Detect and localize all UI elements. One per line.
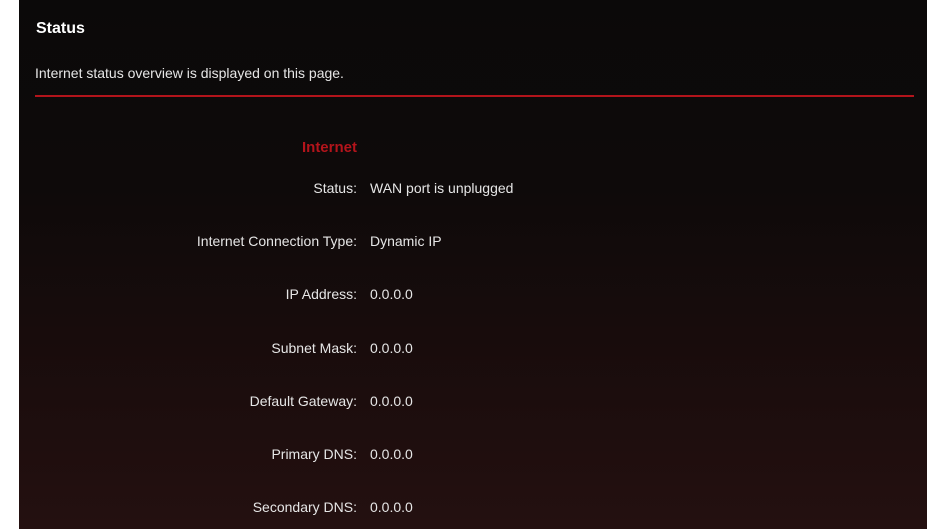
status-panel: Status Internet status overview is displ… (19, 0, 927, 529)
default-gateway-value: 0.0.0.0 (370, 393, 413, 409)
subnet-mask-row: Subnet Mask: 0.0.0.0 (19, 340, 927, 362)
secondary-dns-value: 0.0.0.0 (370, 499, 413, 515)
subnet-mask-value: 0.0.0.0 (370, 340, 413, 356)
primary-dns-row: Primary DNS: 0.0.0.0 (19, 446, 927, 468)
status-row: Status: WAN port is unplugged (19, 180, 927, 202)
page-description: Internet status overview is displayed on… (35, 65, 344, 81)
connection-type-value: Dynamic IP (370, 233, 442, 249)
primary-dns-value: 0.0.0.0 (370, 446, 413, 462)
ip-address-label: IP Address: (285, 286, 357, 302)
internet-section-heading: Internet (301, 139, 357, 156)
status-label: Status: (313, 180, 357, 196)
connection-type-row: Internet Connection Type: Dynamic IP (19, 233, 927, 255)
connection-type-label: Internet Connection Type: (196, 233, 357, 249)
secondary-dns-label: Secondary DNS: (252, 499, 357, 515)
page-title: Status (36, 20, 85, 37)
primary-dns-label: Primary DNS: (271, 446, 357, 462)
header-divider (35, 95, 914, 97)
secondary-dns-row: Secondary DNS: 0.0.0.0 (19, 499, 927, 521)
ip-address-value: 0.0.0.0 (370, 286, 413, 302)
ip-address-row: IP Address: 0.0.0.0 (19, 286, 927, 308)
subnet-mask-label: Subnet Mask: (271, 340, 357, 356)
status-value: WAN port is unplugged (370, 180, 514, 196)
default-gateway-label: Default Gateway: (249, 393, 357, 409)
default-gateway-row: Default Gateway: 0.0.0.0 (19, 393, 927, 415)
